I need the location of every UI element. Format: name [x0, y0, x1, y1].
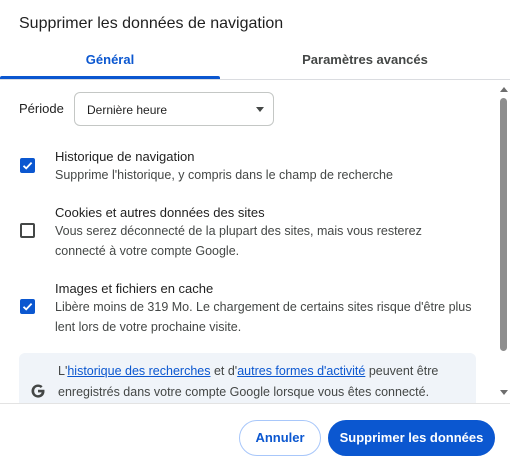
tab-advanced-label: Paramètres avancés — [302, 52, 428, 67]
option-browsing-history: Historique de navigation Supprime l'hist… — [18, 145, 468, 189]
browsing-history-checkbox[interactable] — [20, 158, 35, 173]
period-row: Période Dernière heure — [18, 92, 278, 126]
option-cached-images: Images et fichiers en cache Libère moins… — [18, 277, 472, 341]
google-g-icon — [31, 384, 45, 398]
clear-browsing-data-dialog: Supprimer les données de navigation Géné… — [0, 0, 510, 471]
option-description: Vous serez déconnecté de la plupart des … — [55, 224, 422, 258]
scrollbar[interactable] — [498, 81, 510, 403]
dropdown-arrow-icon — [256, 107, 264, 112]
scroll-down-arrow-icon[interactable] — [500, 390, 508, 395]
tab-bar: Général Paramètres avancés — [0, 44, 510, 80]
cookies-checkbox[interactable] — [20, 223, 35, 238]
other-activity-link[interactable]: autres formes d'activité — [237, 364, 365, 378]
checkmark-icon — [22, 302, 33, 311]
option-description: Libère moins de 319 Mo. Le chargement de… — [55, 300, 472, 334]
period-select-value: Dernière heure — [87, 103, 168, 117]
cached-images-checkbox[interactable] — [20, 299, 35, 314]
dialog-content: Période Dernière heure Historique de nav… — [0, 81, 510, 403]
tab-general[interactable]: Général — [0, 44, 220, 79]
checkmark-icon — [22, 161, 33, 170]
tab-general-label: Général — [85, 52, 135, 67]
scroll-up-arrow-icon[interactable] — [500, 87, 508, 92]
cancel-button[interactable]: Annuler — [239, 420, 321, 456]
option-title: Historique de navigation — [55, 149, 195, 164]
delete-data-button[interactable]: Supprimer les données — [328, 420, 495, 456]
option-cookies: Cookies et autres données des sites Vous… — [18, 201, 468, 265]
google-account-info-box: L'historique des recherches et d'autres … — [19, 353, 476, 403]
info-text: L'historique des recherches et d'autres … — [58, 361, 468, 403]
info-text-middle: et d' — [210, 364, 238, 378]
search-history-link[interactable]: historique des recherches — [67, 364, 210, 378]
scrollbar-thumb[interactable] — [500, 98, 507, 351]
tab-advanced[interactable]: Paramètres avancés — [220, 44, 510, 79]
footer-divider — [0, 403, 510, 404]
info-text-prefix: L' — [58, 364, 68, 378]
option-description: Supprime l'historique, y compris dans le… — [55, 168, 393, 182]
active-tab-indicator — [0, 76, 220, 79]
period-select[interactable]: Dernière heure — [74, 92, 274, 126]
period-label: Période — [19, 101, 64, 116]
dialog-title: Supprimer les données de navigation — [19, 15, 284, 32]
option-title: Images et fichiers en cache — [55, 281, 214, 296]
option-title: Cookies et autres données des sites — [55, 205, 265, 220]
